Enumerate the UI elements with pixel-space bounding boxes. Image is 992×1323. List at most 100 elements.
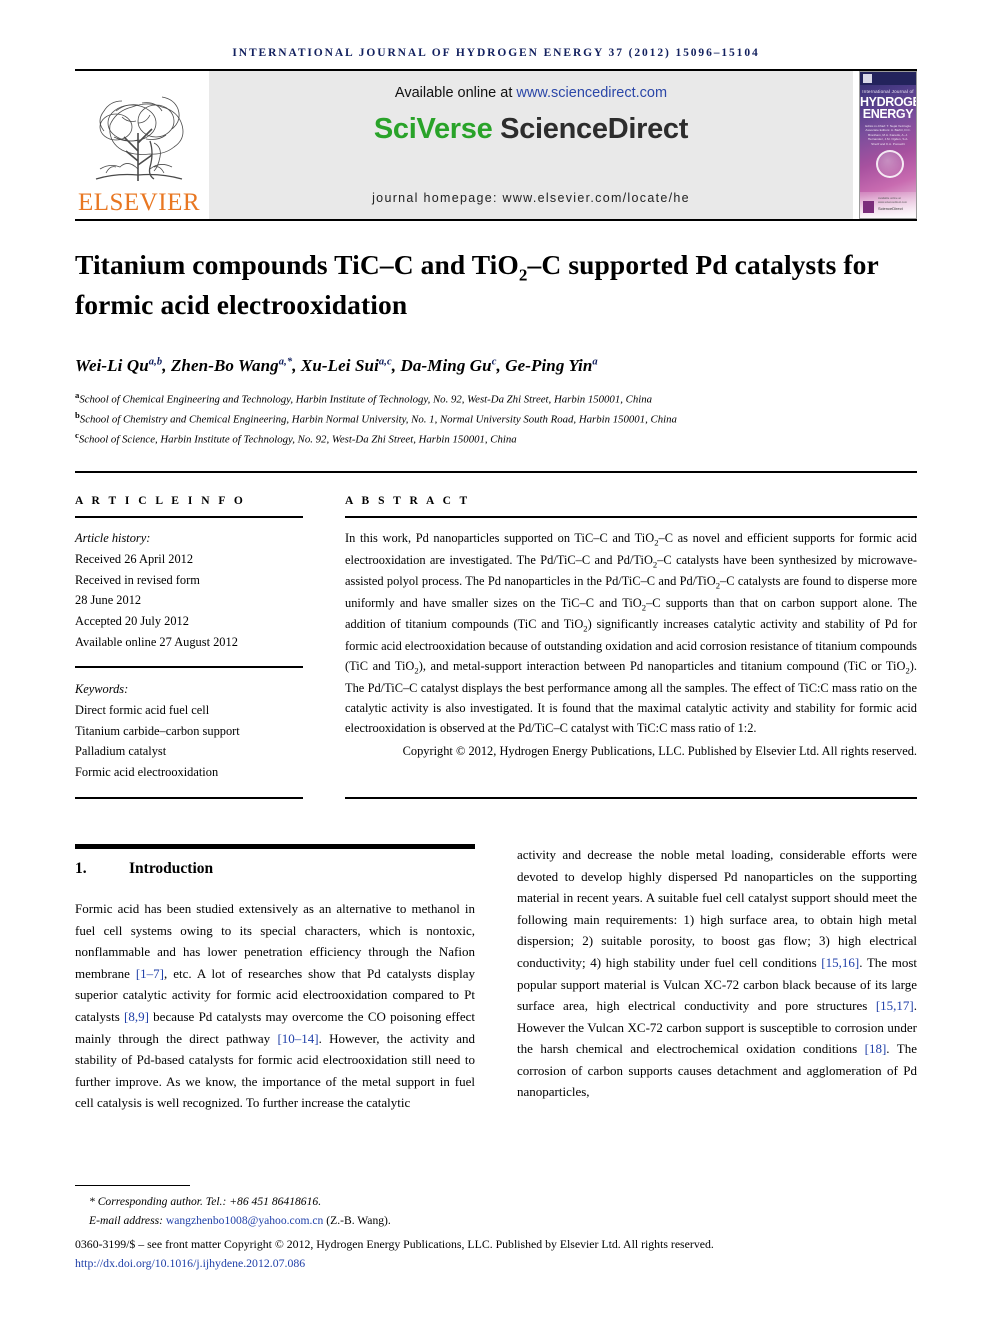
keyword-item: Palladium catalyst <box>75 744 167 759</box>
section-thick-rule <box>75 844 475 850</box>
body-column-right: activity and decrease the noble metal lo… <box>517 844 917 1127</box>
abstract-seg: In this work, Pd nanoparticles supported… <box>345 530 655 545</box>
author-entry: Wei-Li Qua,b, <box>75 356 171 375</box>
citation-ref[interactable]: [15,16] <box>821 955 859 970</box>
author-affil-marker: a,* <box>278 356 293 368</box>
email-link[interactable]: wangzhenbo1008@yahoo.com.cn <box>166 1214 324 1227</box>
author-entry: Zhen-Bo Wanga,*, <box>171 356 301 375</box>
sciverse-sciencedirect-logo: SciVerse ScienceDirect <box>373 113 689 146</box>
section-number: 1. <box>75 860 87 878</box>
author-entry: Xu-Lei Suia,c, <box>301 356 401 375</box>
author-list: Wei-Li Qua,b, Zhen-Bo Wanga,*, Xu-Lei Su… <box>75 356 917 376</box>
history-item: Received 26 April 2012 <box>75 551 194 566</box>
cover-line-energy: ENERGY <box>862 107 914 121</box>
history-item: Available online 27 August 2012 <box>75 635 238 650</box>
author-sep: , <box>162 355 171 375</box>
sciencedirect-banner: Available online at www.sciencedirect.co… <box>209 71 853 219</box>
article-info-column: A R T I C L E I N F O Article history: R… <box>75 495 303 783</box>
rule-below-abstract <box>345 797 917 800</box>
author-entry: Ge-Ping Yina <box>505 356 598 375</box>
citation-ref[interactable]: [15,17] <box>876 998 914 1013</box>
cover-publisher-badge-icon <box>863 201 874 213</box>
section-title-text: Introduction <box>129 860 214 878</box>
title-part-a: Titanium compounds TiC <box>75 249 380 280</box>
author-affil-marker: a <box>592 356 598 368</box>
available-online-line: Available online at www.sciencedirect.co… <box>395 85 667 101</box>
intro-paragraph-right: activity and decrease the noble metal lo… <box>517 844 917 1103</box>
affiliation-item: bSchool of Chemistry and Chemical Engine… <box>75 409 917 429</box>
intro-paragraph-left: Formic acid has been studied extensively… <box>75 898 475 1114</box>
affiliation-item: cSchool of Science, Harbin Institute of … <box>75 429 917 449</box>
title-dash-1: – <box>379 249 394 280</box>
sciencedirect-url[interactable]: www.sciencedirect.com <box>516 85 667 101</box>
author-name: Da-Ming Gu <box>400 355 492 375</box>
cover-elsevier-mark-icon <box>863 74 872 83</box>
email-label: E-mail address: <box>89 1214 166 1227</box>
citation-ref[interactable]: [18] <box>865 1041 887 1056</box>
abstract-copyright: Copyright © 2012, Hydrogen Energy Public… <box>402 743 917 758</box>
body-columns: 1. Introduction Formic acid has been stud… <box>75 844 917 1127</box>
abstract-heading: A B S T R A C T <box>345 494 471 507</box>
affiliation-list: aSchool of Chemical Engineering and Tech… <box>75 389 917 449</box>
keywords-label: Keywords: <box>75 681 129 696</box>
history-item: Accepted 20 July 2012 <box>75 614 189 629</box>
running-head: INTERNATIONAL JOURNAL OF HYDROGEN ENERGY… <box>232 47 760 59</box>
page-footer: * Corresponding author. Tel.: +86 451 86… <box>75 1185 917 1273</box>
citation-ref[interactable]: [10–14] <box>277 1031 318 1046</box>
cover-sciencedirect-label: ScienceDirect <box>878 206 903 211</box>
elsevier-logo: ELSEVIER <box>75 71 203 219</box>
page-title: Titanium compounds TiC–C and TiO2–C supp… <box>75 247 917 324</box>
journal-cover-thumbnail: International Journal of HYDROGEN ENERGY… <box>859 71 917 219</box>
article-history-label: Article history: <box>75 530 151 545</box>
author-sep: , <box>292 355 301 375</box>
abstract-heading-rule <box>345 515 917 518</box>
title-subscript-2: 2 <box>518 265 528 285</box>
email-line: E-mail address: wangzhenbo1008@yahoo.com… <box>75 1212 917 1231</box>
citation-ref[interactable]: [1–7] <box>136 966 164 981</box>
abstract-column: A B S T R A C T In this work, Pd nanopar… <box>345 495 917 783</box>
email-suffix: (Z.-B. Wang). <box>323 1214 391 1227</box>
footnote-rule <box>75 1185 190 1187</box>
elsevier-tree-icon <box>95 96 184 181</box>
sciverse-word: SciVerse <box>373 113 493 145</box>
body-column-left: 1. Introduction Formic acid has been stud… <box>75 844 475 1127</box>
available-online-text: Available online at <box>394 85 517 101</box>
citation-ref[interactable]: [8,9] <box>124 1009 149 1024</box>
affiliation-text: School of Science, Harbin Institute of T… <box>78 433 517 446</box>
section-heading: 1. Introduction <box>75 860 475 878</box>
info-abstract-columns: A R T I C L E I N F O Article history: R… <box>75 495 917 783</box>
issn-copyright-line: 0360-3199/$ – see front matter Copyright… <box>75 1236 714 1251</box>
keyword-item: Titanium carbide–carbon support <box>75 723 240 738</box>
sciencedirect-word: ScienceDirect <box>492 113 689 145</box>
paper-page: INTERNATIONAL JOURNAL OF HYDROGEN ENERGY… <box>0 0 992 1323</box>
author-name: Xu-Lei Sui <box>300 355 379 375</box>
body-seg: activity and decrease the noble metal lo… <box>517 847 917 970</box>
author-affil-marker: a,b <box>148 356 163 368</box>
doi-link[interactable]: http://dx.doi.org/10.1016/j.ijhydene.201… <box>75 1254 917 1273</box>
article-history-block: Article history: Received 26 April 2012 … <box>75 528 303 653</box>
keywords-block: Keywords: Direct formic acid fuel cell T… <box>75 679 303 783</box>
cover-sd-note: Available online at www.sciencedirect.co… <box>878 196 908 204</box>
abstract-body: In this work, Pd nanoparticles supported… <box>345 528 917 739</box>
rule-above-article-info <box>75 470 917 473</box>
author-name: Zhen-Bo Wang <box>170 355 279 375</box>
history-item: 28 June 2012 <box>75 593 142 608</box>
author-affil-marker: a,c <box>378 356 392 368</box>
rule-below-article-info <box>75 797 303 800</box>
journal-homepage-line[interactable]: journal homepage: www.elsevier.com/locat… <box>209 191 853 205</box>
keyword-item: Formic acid electrooxidation <box>75 765 219 780</box>
elsevier-wordmark: ELSEVIER <box>77 189 201 216</box>
journal-banner: ELSEVIER Available online at www.science… <box>75 71 917 219</box>
affiliation-text: School of Chemistry and Chemical Enginee… <box>79 413 677 426</box>
corresponding-author-note: * Corresponding author. Tel.: +86 451 86… <box>89 1195 322 1209</box>
history-item: Received in revised form <box>75 572 200 587</box>
article-info-heading: A R T I C L E I N F O <box>75 494 246 507</box>
author-sep: , <box>496 355 506 375</box>
article-info-divider <box>75 665 303 668</box>
cover-circle-graphic <box>876 150 904 178</box>
affiliation-item: aSchool of Chemical Engineering and Tech… <box>75 389 917 409</box>
keyword-item: Direct formic acid fuel cell <box>75 702 210 717</box>
abstract-seg: ), and metal-support interaction between… <box>418 659 906 674</box>
author-name: Wei-Li Qu <box>75 355 149 375</box>
cover-editors-text: Editor-in-Chief: T. Nejat Veziroglu Asso… <box>865 124 911 146</box>
